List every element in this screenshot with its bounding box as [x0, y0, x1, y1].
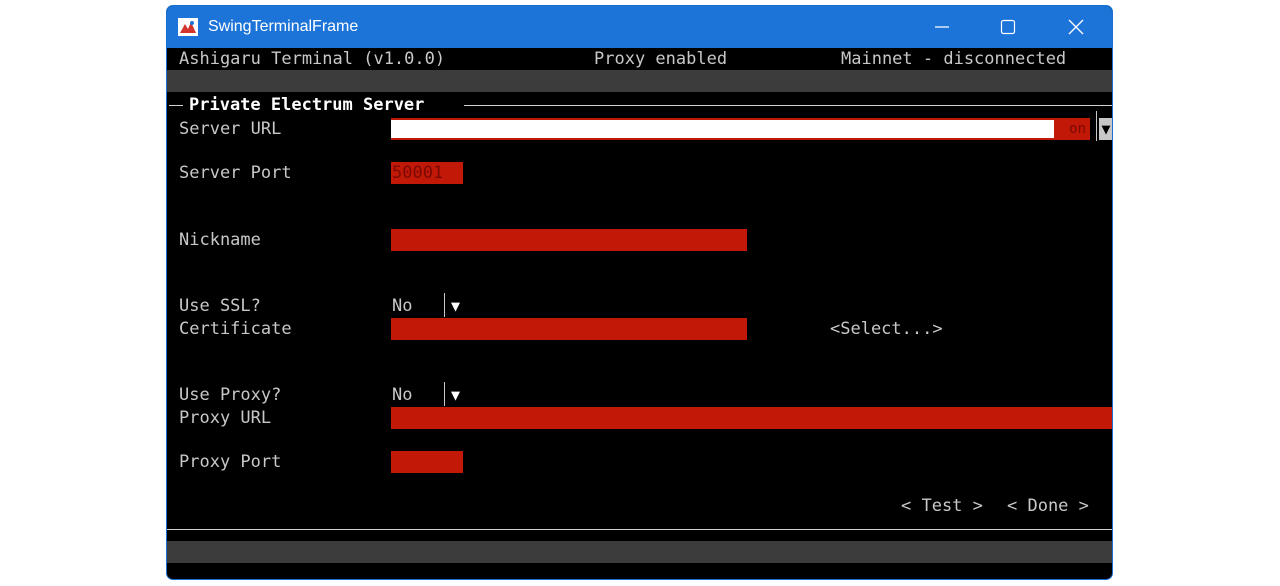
close-icon [1068, 19, 1084, 35]
panel-border-bottom [167, 529, 1112, 530]
server-url-input[interactable]: on [391, 118, 1090, 140]
maximize-button[interactable] [975, 6, 1041, 48]
certificate-label: Certificate [179, 319, 292, 339]
bottom-gray-bar [167, 541, 1112, 563]
server-port-input[interactable]: 50001 [391, 162, 463, 184]
server-port-value: 50001 [392, 163, 444, 183]
panel-border-right [464, 105, 1112, 106]
network-status: Mainnet - disconnected [841, 49, 1067, 69]
use-proxy-dropdown-icon[interactable]: ▼ [451, 385, 460, 405]
panel-title: Private Electrum Server [189, 95, 425, 115]
proxy-url-label: Proxy URL [179, 408, 272, 428]
use-ssl-dropdown-icon[interactable]: ▼ [451, 296, 460, 316]
use-ssl-value[interactable]: No [392, 296, 412, 316]
server-url-divider [1096, 111, 1097, 141]
terminal-area: Ashigaru Terminal (v1.0.0) Proxy enabled… [167, 48, 1112, 579]
nickname-input[interactable] [391, 229, 747, 251]
proxy-url-input[interactable] [391, 407, 1112, 429]
server-url-tail: on [1069, 121, 1086, 137]
server-url-label: Server URL [179, 119, 282, 139]
proxy-port-label: Proxy Port [179, 452, 282, 472]
java-app-icon [178, 18, 198, 36]
terminal-window: SwingTerminalFrame Ashigaru Terminal (v1… [166, 5, 1113, 580]
use-proxy-label: Use Proxy? [179, 385, 282, 405]
maximize-icon [1000, 19, 1016, 35]
done-button[interactable]: < Done > [1007, 496, 1089, 516]
minimize-button[interactable] [909, 6, 975, 48]
window-title: SwingTerminalFrame [208, 18, 359, 35]
certificate-input[interactable] [391, 318, 747, 340]
select-certificate-button[interactable]: <Select...> [830, 319, 943, 339]
panel-border-left [169, 105, 183, 106]
use-ssl-divider [444, 293, 445, 317]
use-ssl-label: Use SSL? [179, 296, 261, 316]
use-proxy-divider [444, 382, 445, 406]
server-url-dropdown-icon[interactable]: ▼ [1099, 118, 1112, 140]
proxy-status: Proxy enabled [594, 49, 728, 69]
proxy-port-input[interactable] [391, 451, 463, 473]
close-button[interactable] [1043, 6, 1109, 48]
server-port-label: Server Port [179, 163, 292, 183]
title-bar[interactable]: SwingTerminalFrame [167, 6, 1112, 48]
minimize-icon [935, 26, 949, 28]
use-proxy-value[interactable]: No [392, 385, 412, 405]
server-url-text [391, 120, 1054, 138]
test-button[interactable]: < Test > [901, 496, 983, 516]
app-name-status: Ashigaru Terminal (v1.0.0) [179, 49, 446, 69]
nickname-label: Nickname [179, 230, 261, 250]
top-gray-bar [167, 70, 1112, 92]
